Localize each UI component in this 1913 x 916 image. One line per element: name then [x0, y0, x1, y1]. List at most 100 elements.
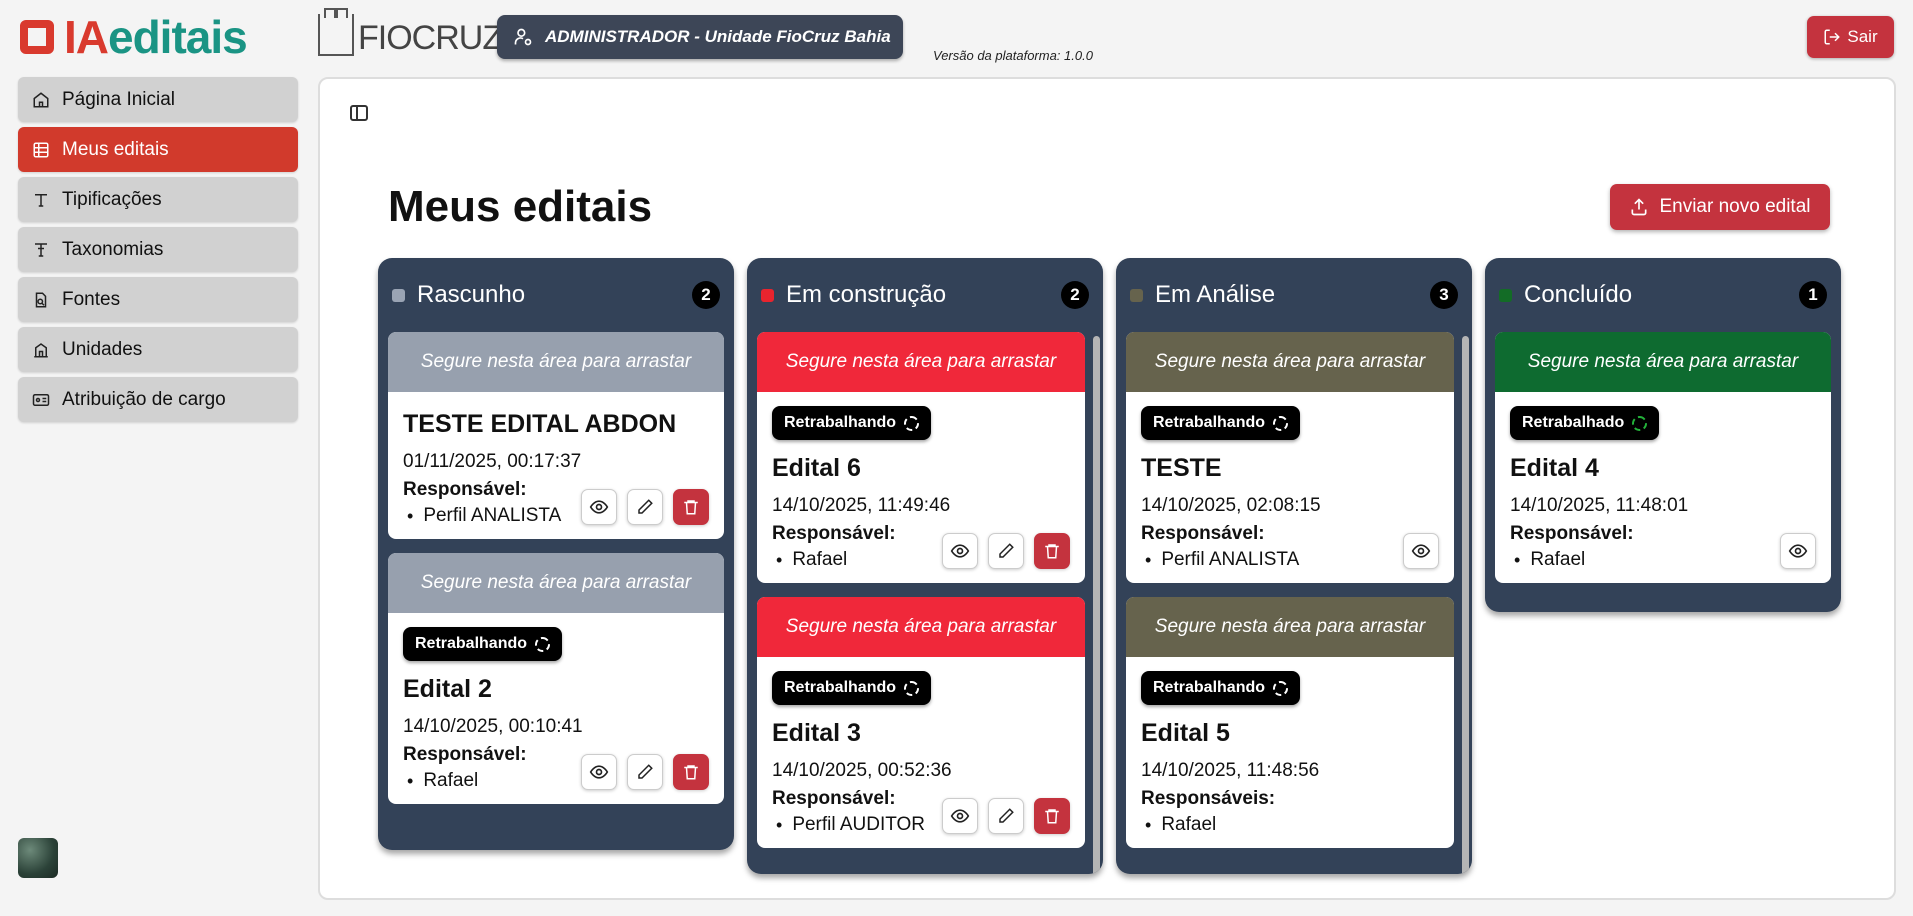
delete-button[interactable] [1034, 533, 1070, 569]
drag-handle[interactable]: Segure nesta área para arrastar [388, 332, 724, 392]
edital-card[interactable]: Segure nesta área para arrastar Retrabal… [388, 553, 724, 804]
view-button[interactable] [1780, 533, 1816, 569]
logout-icon [1824, 29, 1841, 45]
sidebar-toggle-icon[interactable] [350, 105, 368, 121]
drag-handle[interactable]: Segure nesta área para arrastar [757, 332, 1085, 392]
edital-card[interactable]: Segure nesta área para arrastar Retrabal… [757, 597, 1085, 848]
sidebar: Página Inicial Meus editais Tipificações… [18, 77, 298, 427]
edital-card[interactable]: Segure nesta área para arrastar Retrabal… [1126, 332, 1454, 583]
sidebar-item-label: Atribuição de cargo [62, 388, 226, 410]
status-badge: Retrabalhado [1510, 406, 1660, 440]
edit-button[interactable] [988, 533, 1024, 569]
fiocruz-logo: FIOCRUZ [318, 8, 503, 56]
iaeditais-logo: IAeditais [20, 11, 248, 63]
user-role-label: ADMINISTRADOR - Unidade FioCruz Bahia [545, 27, 891, 46]
sidebar-item-unidades[interactable]: Unidades [18, 327, 298, 372]
drag-handle[interactable]: Segure nesta área para arrastar [757, 597, 1085, 657]
card-date: 14/10/2025, 00:52:36 [772, 760, 952, 781]
send-new-edital-button[interactable]: Enviar novo edital [1610, 184, 1830, 230]
view-button[interactable] [1403, 533, 1439, 569]
drag-hint: Segure nesta área para arrastar [420, 572, 692, 593]
sidebar-item-label: Meus editais [62, 138, 169, 160]
column-title: Rascunho [417, 281, 526, 308]
status-badge: Retrabalhando [772, 406, 932, 440]
user-gear-icon [514, 28, 532, 46]
card-title: Edital 4 [1510, 454, 1599, 482]
user-role-button[interactable]: ADMINISTRADOR - Unidade FioCruz Bahia [497, 15, 903, 59]
castle-icon [318, 8, 354, 56]
eye-icon [1788, 544, 1808, 558]
sidebar-item-meus-editais[interactable]: Meus editais [18, 127, 298, 172]
card-title: Edital 6 [772, 454, 861, 482]
card-title: Edital 5 [1141, 719, 1230, 747]
id-card-icon [32, 391, 50, 409]
delete-button[interactable] [1034, 798, 1070, 834]
sidebar-item-atribuicao-cargo[interactable]: Atribuição de cargo [18, 377, 298, 422]
sidebar-item-label: Tipificações [62, 188, 162, 210]
column-count-badge: 2 [692, 281, 720, 309]
sidebar-item-home[interactable]: Página Inicial [18, 77, 298, 122]
sidebar-item-fontes[interactable]: Fontes [18, 277, 298, 322]
column-title: Em Análise [1155, 281, 1276, 308]
column-scrollbar[interactable] [1462, 336, 1469, 874]
drag-handle[interactable]: Segure nesta área para arrastar [388, 553, 724, 613]
logout-button[interactable]: Sair [1807, 16, 1894, 58]
drag-handle[interactable]: Segure nesta área para arrastar [1126, 597, 1454, 657]
card-title: Edital 3 [772, 719, 861, 747]
card-date: 14/10/2025, 02:08:15 [1141, 495, 1321, 516]
file-search-icon [32, 291, 50, 309]
view-button[interactable] [581, 754, 617, 790]
card-title: TESTE [1141, 454, 1222, 482]
logo-suffix: editais [108, 11, 248, 63]
edital-card[interactable]: Segure nesta área para arrastar Retrabal… [757, 332, 1085, 583]
card-responsible-person: Perfil ANALISTA [1141, 549, 1438, 571]
main-panel: Meus editais Enviar novo edital Rascunho… [318, 77, 1896, 900]
status-badge: Retrabalhando [403, 627, 563, 661]
column-rascunho: Rascunho 2 Segure nesta área para arrast… [378, 258, 734, 850]
status-dot [761, 288, 774, 302]
badge-label: Retrabalhando [415, 635, 528, 652]
view-button[interactable] [942, 798, 978, 834]
card-date: 14/10/2025, 11:48:56 [1141, 760, 1320, 781]
column-count-badge: 1 [1799, 281, 1827, 309]
trash-icon [1045, 809, 1059, 824]
column-scrollbar[interactable] [1093, 336, 1100, 874]
upload-icon [1631, 198, 1647, 216]
drag-hint: Segure nesta área para arrastar [1527, 351, 1799, 372]
status-dot [1130, 288, 1143, 302]
view-button[interactable] [942, 533, 978, 569]
loader-icon [1273, 680, 1289, 696]
loader-icon [904, 680, 920, 696]
avatar[interactable] [18, 838, 58, 878]
card-date: 14/10/2025, 11:49:46 [772, 495, 951, 516]
badge-label: Retrabalhando [784, 414, 897, 431]
page-title: Meus editais [388, 182, 653, 231]
column-em-analise: Em Análise 3 Segure nesta área para arra… [1116, 258, 1472, 874]
check-circle-icon [1632, 415, 1648, 431]
logout-label: Sair [1847, 27, 1878, 46]
sidebar-item-tipificacoes[interactable]: Tipificações [18, 177, 298, 222]
card-responsible-label: Responsável: [1141, 523, 1265, 544]
edital-card[interactable]: Segure nesta área para arrastar Retrabal… [1495, 332, 1831, 583]
edit-button[interactable] [988, 798, 1024, 834]
edit-button[interactable] [627, 754, 663, 790]
edit-button[interactable] [627, 489, 663, 525]
trash-icon [1045, 544, 1059, 559]
pencil-icon [638, 764, 653, 779]
sidebar-item-taxonomias[interactable]: Taxonomias [18, 227, 298, 272]
drag-hint: Segure nesta área para arrastar [1154, 351, 1426, 372]
eye-icon [589, 500, 609, 514]
card-title: Edital 2 [403, 675, 492, 703]
eye-icon [950, 809, 970, 823]
drag-hint: Segure nesta área para arrastar [785, 616, 1057, 637]
view-button[interactable] [581, 489, 617, 525]
delete-button[interactable] [673, 489, 709, 525]
trash-icon [684, 500, 698, 515]
drag-handle[interactable]: Segure nesta área para arrastar [1126, 332, 1454, 392]
edital-card[interactable]: Segure nesta área para arrastar Retrabal… [1126, 597, 1454, 848]
delete-button[interactable] [673, 754, 709, 790]
edital-card[interactable]: Segure nesta área para arrastar TESTE ED… [388, 332, 724, 539]
drag-handle[interactable]: Segure nesta área para arrastar [1495, 332, 1831, 392]
send-new-edital-label: Enviar novo edital [1659, 196, 1811, 217]
sidebar-item-label: Taxonomias [62, 238, 164, 260]
